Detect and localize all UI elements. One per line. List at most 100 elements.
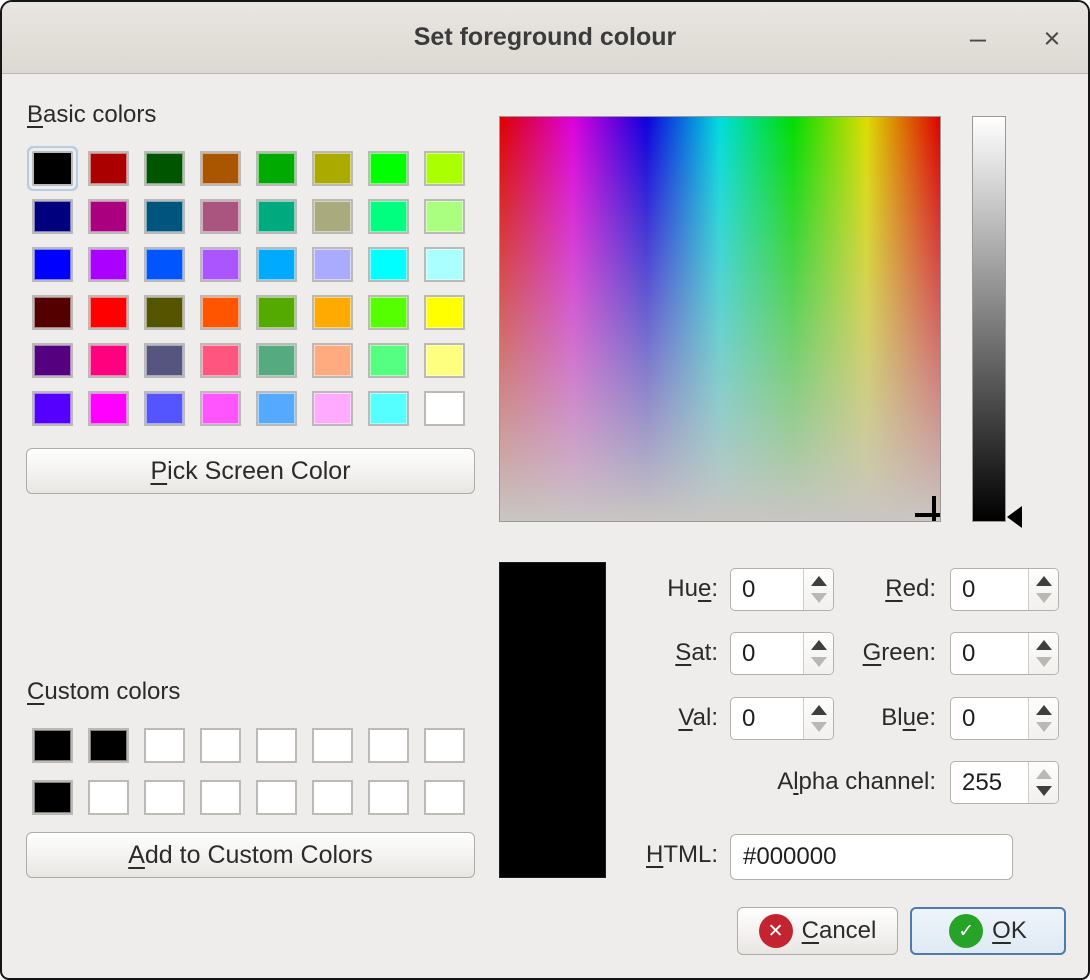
basic-color-well[interactable] (368, 151, 409, 186)
basic-color-well[interactable] (200, 343, 241, 378)
ok-button[interactable]: ✓ OK (910, 907, 1066, 955)
basic-color-well[interactable] (368, 199, 409, 234)
basic-color-well[interactable] (88, 199, 129, 234)
custom-color-well[interactable] (88, 728, 129, 763)
basic-color-well[interactable] (32, 247, 73, 282)
custom-color-well[interactable] (144, 728, 185, 763)
custom-color-well[interactable] (200, 780, 241, 815)
basic-color-well[interactable] (312, 199, 353, 234)
basic-color-well[interactable] (200, 391, 241, 426)
basic-color-well[interactable] (256, 151, 297, 186)
basic-color-well[interactable] (144, 295, 185, 330)
green-value[interactable]: 0 (951, 633, 1028, 674)
blue-spinbox[interactable]: 0 (950, 697, 1059, 740)
basic-color-well[interactable] (368, 343, 409, 378)
basic-color-well[interactable] (424, 151, 465, 186)
basic-color-well[interactable] (32, 295, 73, 330)
spin-up-icon[interactable] (1036, 705, 1052, 715)
spin-down-icon[interactable] (1036, 593, 1052, 603)
cancel-button[interactable]: ✕ Cancel (737, 907, 898, 955)
minimize-button[interactable]: – (954, 18, 1002, 60)
value-slider[interactable] (972, 116, 1006, 522)
pick-screen-color-button[interactable]: Pick Screen Color (26, 448, 475, 494)
custom-color-well[interactable] (368, 780, 409, 815)
basic-color-well[interactable] (312, 391, 353, 426)
alpha-spinbox[interactable]: 255 (950, 761, 1059, 804)
basic-color-well[interactable] (200, 199, 241, 234)
html-color-input[interactable] (730, 834, 1013, 880)
titlebar[interactable]: Set foreground colour – × (2, 2, 1088, 74)
basic-color-well[interactable] (32, 151, 73, 186)
spin-up-icon[interactable] (1036, 576, 1052, 586)
basic-color-well[interactable] (144, 391, 185, 426)
basic-color-well[interactable] (424, 295, 465, 330)
basic-color-well[interactable] (312, 295, 353, 330)
hue-saturation-picker[interactable] (499, 116, 941, 522)
basic-color-well[interactable] (312, 151, 353, 186)
basic-color-well[interactable] (144, 247, 185, 282)
custom-color-well[interactable] (88, 780, 129, 815)
basic-color-well[interactable] (312, 247, 353, 282)
basic-color-well[interactable] (424, 391, 465, 426)
basic-color-well[interactable] (144, 199, 185, 234)
basic-color-well[interactable] (88, 391, 129, 426)
basic-color-well[interactable] (256, 295, 297, 330)
custom-color-well[interactable] (256, 780, 297, 815)
basic-colors-grid (32, 151, 465, 426)
basic-color-well[interactable] (144, 343, 185, 378)
basic-color-well[interactable] (424, 247, 465, 282)
basic-color-well[interactable] (256, 199, 297, 234)
picker-crosshair (932, 496, 936, 521)
red-value[interactable]: 0 (951, 569, 1028, 610)
spin-down-icon[interactable] (1036, 657, 1052, 667)
spin-down-icon[interactable] (1036, 786, 1052, 796)
basic-color-well[interactable] (88, 151, 129, 186)
custom-color-well[interactable] (256, 728, 297, 763)
custom-color-well[interactable] (312, 780, 353, 815)
basic-color-well[interactable] (368, 391, 409, 426)
green-spinbox[interactable]: 0 (950, 632, 1059, 675)
custom-color-well[interactable] (368, 728, 409, 763)
basic-color-well[interactable] (200, 295, 241, 330)
basic-color-well[interactable] (256, 343, 297, 378)
cancel-icon: ✕ (759, 914, 793, 948)
custom-color-well[interactable] (312, 728, 353, 763)
basic-color-well[interactable] (88, 247, 129, 282)
alpha-value[interactable]: 255 (951, 762, 1028, 803)
red-spinbox[interactable]: 0 (950, 568, 1059, 611)
spin-up-icon[interactable] (1036, 640, 1052, 650)
basic-color-well[interactable] (424, 343, 465, 378)
color-dialog-window: Set foreground colour – × Basic colors P… (0, 0, 1090, 980)
add-to-custom-colors-button[interactable]: Add to Custom Colors (26, 832, 475, 878)
basic-color-well[interactable] (200, 151, 241, 186)
close-icon: × (1044, 23, 1061, 56)
green-label: Green: (642, 639, 936, 667)
basic-color-well[interactable] (368, 295, 409, 330)
basic-color-well[interactable] (32, 343, 73, 378)
spin-down-icon[interactable] (1036, 722, 1052, 732)
basic-color-well[interactable] (32, 391, 73, 426)
ok-icon: ✓ (949, 914, 983, 948)
basic-color-well[interactable] (368, 247, 409, 282)
basic-color-well[interactable] (312, 343, 353, 378)
custom-color-well[interactable] (424, 728, 465, 763)
custom-color-well[interactable] (144, 780, 185, 815)
basic-color-well[interactable] (200, 247, 241, 282)
basic-color-well[interactable] (256, 391, 297, 426)
close-button[interactable]: × (1028, 18, 1076, 60)
basic-color-well[interactable] (32, 199, 73, 234)
basic-color-well[interactable] (88, 343, 129, 378)
blue-label: Blue: (642, 704, 936, 732)
custom-color-well[interactable] (32, 728, 73, 763)
basic-color-well[interactable] (256, 247, 297, 282)
custom-color-well[interactable] (32, 780, 73, 815)
custom-color-well[interactable] (424, 780, 465, 815)
basic-color-well[interactable] (424, 199, 465, 234)
basic-color-well[interactable] (88, 295, 129, 330)
spin-up-icon[interactable] (1036, 769, 1052, 779)
value-slider-arrow[interactable] (1007, 506, 1022, 528)
blue-value[interactable]: 0 (951, 698, 1028, 739)
custom-colors-label: Custom colors (27, 678, 180, 706)
custom-color-well[interactable] (200, 728, 241, 763)
basic-color-well[interactable] (144, 151, 185, 186)
